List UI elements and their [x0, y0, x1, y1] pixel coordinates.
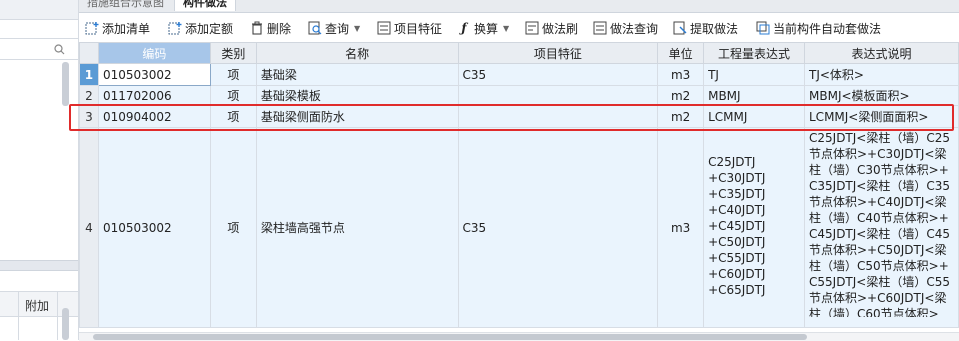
- cell-code[interactable]: 010904002: [97, 105, 211, 128]
- delete-label: 删除: [267, 21, 292, 36]
- search-icon[interactable]: [54, 44, 65, 58]
- method-query-label: 做法查询: [610, 21, 659, 36]
- cell-code[interactable]: 010503002: [97, 63, 211, 86]
- left-panel: 附加: [0, 0, 79, 340]
- cell-type[interactable]: 项: [209, 85, 257, 106]
- column-header-code[interactable]: 编码: [97, 42, 211, 64]
- cell-feature[interactable]: C35: [457, 63, 659, 86]
- tab-bar: 措施组合示意图 构件做法: [79, 0, 959, 13]
- add-list-button[interactable]: 添加清单: [85, 19, 150, 37]
- left-panel-row[interactable]: [0, 19, 78, 39]
- left-panel-header: [0, 0, 78, 20]
- add-list-icon: [85, 21, 99, 35]
- cell-unit[interactable]: m2: [657, 85, 705, 106]
- row-number[interactable]: 2: [79, 85, 99, 106]
- trash-icon: [250, 21, 264, 35]
- add-quota-icon: [168, 21, 182, 35]
- cell-description[interactable]: TJ<体积>: [804, 63, 959, 86]
- query-icon: [308, 21, 322, 35]
- column-header-expression[interactable]: 工程量表达式: [703, 42, 805, 64]
- row-number[interactable]: 4: [79, 127, 99, 328]
- left-search-row[interactable]: [0, 40, 78, 60]
- column-header-name[interactable]: 名称: [255, 42, 459, 64]
- cell-description[interactable]: C25JDTJ<梁柱（墙）C25节点体积>+C30JDTJ<梁柱（墙）C30节点…: [804, 127, 959, 328]
- project-feature-label: 项目特征: [394, 21, 443, 36]
- auto-apply-method-label: 当前构件自动套做法: [773, 21, 882, 36]
- cell-name[interactable]: 基础梁侧面防水: [255, 105, 459, 128]
- cell-expression[interactable]: TJ: [703, 63, 805, 86]
- fx-icon: ƒ: [461, 21, 467, 35]
- cell-expression[interactable]: C25JDTJ +C30JDTJ +C35JDTJ +C40JDTJ +C45J…: [703, 127, 805, 328]
- table-row[interactable]: 4 010503002 项 梁柱墙高强节点 C35 m3 C25JDTJ +C3…: [79, 127, 959, 328]
- grid-line: [18, 291, 19, 340]
- table-row[interactable]: 3 010904002 项 基础梁侧面防水 m2 LCMMJ LCMMJ<梁侧面…: [79, 105, 959, 128]
- method-query-button[interactable]: 做法查询: [593, 19, 658, 37]
- left-scrollbar-thumb[interactable]: [62, 62, 69, 106]
- row-number[interactable]: 1: [79, 63, 99, 86]
- cell-code[interactable]: 011702006: [97, 85, 211, 106]
- cell-type[interactable]: 项: [209, 105, 257, 128]
- horizontal-scrollbar-thumb[interactable]: [93, 334, 807, 340]
- cell-name[interactable]: 梁柱墙高强节点: [255, 127, 459, 328]
- table-row[interactable]: 2 011702006 项 基础梁模板 m2 MBMJ MBMJ<模板面积>: [79, 85, 959, 106]
- auto-apply-method-button[interactable]: 当前构件自动套做法: [756, 19, 881, 37]
- left-grid-scrollbar-thumb[interactable]: [62, 308, 69, 340]
- method-table: 编码 类别 名称 项目特征 单位 工程量表达式 表达式说明 1 01050300…: [79, 42, 959, 332]
- method-brush-button[interactable]: 做法刷: [525, 19, 578, 37]
- chevron-down-icon: ▼: [354, 23, 361, 33]
- column-header-type[interactable]: 类别: [209, 42, 257, 64]
- feature-icon: [377, 21, 391, 35]
- cell-type[interactable]: 项: [209, 63, 257, 86]
- extract-method-button[interactable]: 提取做法: [673, 19, 738, 37]
- row-number[interactable]: 3: [79, 105, 99, 128]
- query-label: 查询: [325, 21, 350, 36]
- left-grid-column-label: 附加: [25, 299, 50, 313]
- grid-line: [57, 291, 58, 340]
- row-number-header[interactable]: [79, 42, 99, 64]
- left-splitter[interactable]: [0, 260, 78, 271]
- toolbar: 添加清单 添加定额 删除 查询 ▼ 项目特征 ƒ 换算 ▼ 做法刷 做法查询 提…: [79, 13, 959, 43]
- method-query-icon: [593, 21, 607, 35]
- cell-unit[interactable]: m3: [657, 127, 705, 328]
- conversion-button[interactable]: ƒ 换算 ▼: [457, 19, 509, 37]
- column-header-description[interactable]: 表达式说明: [804, 42, 959, 64]
- cell-unit[interactable]: m2: [657, 105, 705, 128]
- delete-button[interactable]: 删除: [250, 19, 291, 37]
- cell-type[interactable]: 项: [209, 127, 257, 328]
- tab-measure-diagram[interactable]: 措施组合示意图: [79, 0, 172, 11]
- extract-method-label: 提取做法: [690, 21, 739, 36]
- table-row[interactable]: 1 010503002 项 基础梁 C35 m3 TJ TJ<体积>: [79, 63, 959, 86]
- tab-component-method[interactable]: 构件做法: [174, 0, 236, 11]
- table-header-row: 编码 类别 名称 项目特征 单位 工程量表达式 表达式说明: [79, 42, 959, 64]
- cell-feature[interactable]: C35: [457, 127, 659, 328]
- cell-description[interactable]: MBMJ<模板面积>: [804, 85, 959, 106]
- cell-unit[interactable]: m3: [657, 63, 705, 86]
- auto-apply-icon: [756, 21, 770, 35]
- chevron-down-icon: ▼: [503, 23, 510, 33]
- add-quota-button[interactable]: 添加定额: [168, 19, 233, 37]
- cell-expression-text: C25JDTJ +C30JDTJ +C35JDTJ +C40JDTJ +C45J…: [708, 155, 766, 297]
- cell-code[interactable]: 010503002: [97, 127, 211, 328]
- column-header-feature[interactable]: 项目特征: [457, 42, 659, 64]
- column-header-unit[interactable]: 单位: [657, 42, 705, 64]
- cell-name[interactable]: 基础梁模板: [255, 85, 459, 106]
- extract-icon: [673, 21, 687, 35]
- cell-expression[interactable]: MBMJ: [703, 85, 805, 106]
- query-button[interactable]: 查询 ▼: [308, 19, 360, 37]
- add-quota-label: 添加定额: [185, 21, 234, 36]
- cell-description[interactable]: LCMMJ<梁侧面面积>: [804, 105, 959, 128]
- method-brush-label: 做法刷: [542, 21, 579, 36]
- conversion-label: 换算: [474, 21, 499, 36]
- add-list-label: 添加清单: [102, 21, 151, 36]
- cell-description-text: C25JDTJ<梁柱（墙）C25节点体积>+C30JDTJ<梁柱（墙）C30节点…: [809, 131, 951, 317]
- project-feature-button[interactable]: 项目特征: [377, 19, 442, 37]
- brush-icon: [525, 21, 539, 35]
- cell-feature[interactable]: [457, 85, 659, 106]
- cell-feature[interactable]: [457, 105, 659, 128]
- cell-name[interactable]: 基础梁: [255, 63, 459, 86]
- cell-expression[interactable]: LCMMJ: [703, 105, 805, 128]
